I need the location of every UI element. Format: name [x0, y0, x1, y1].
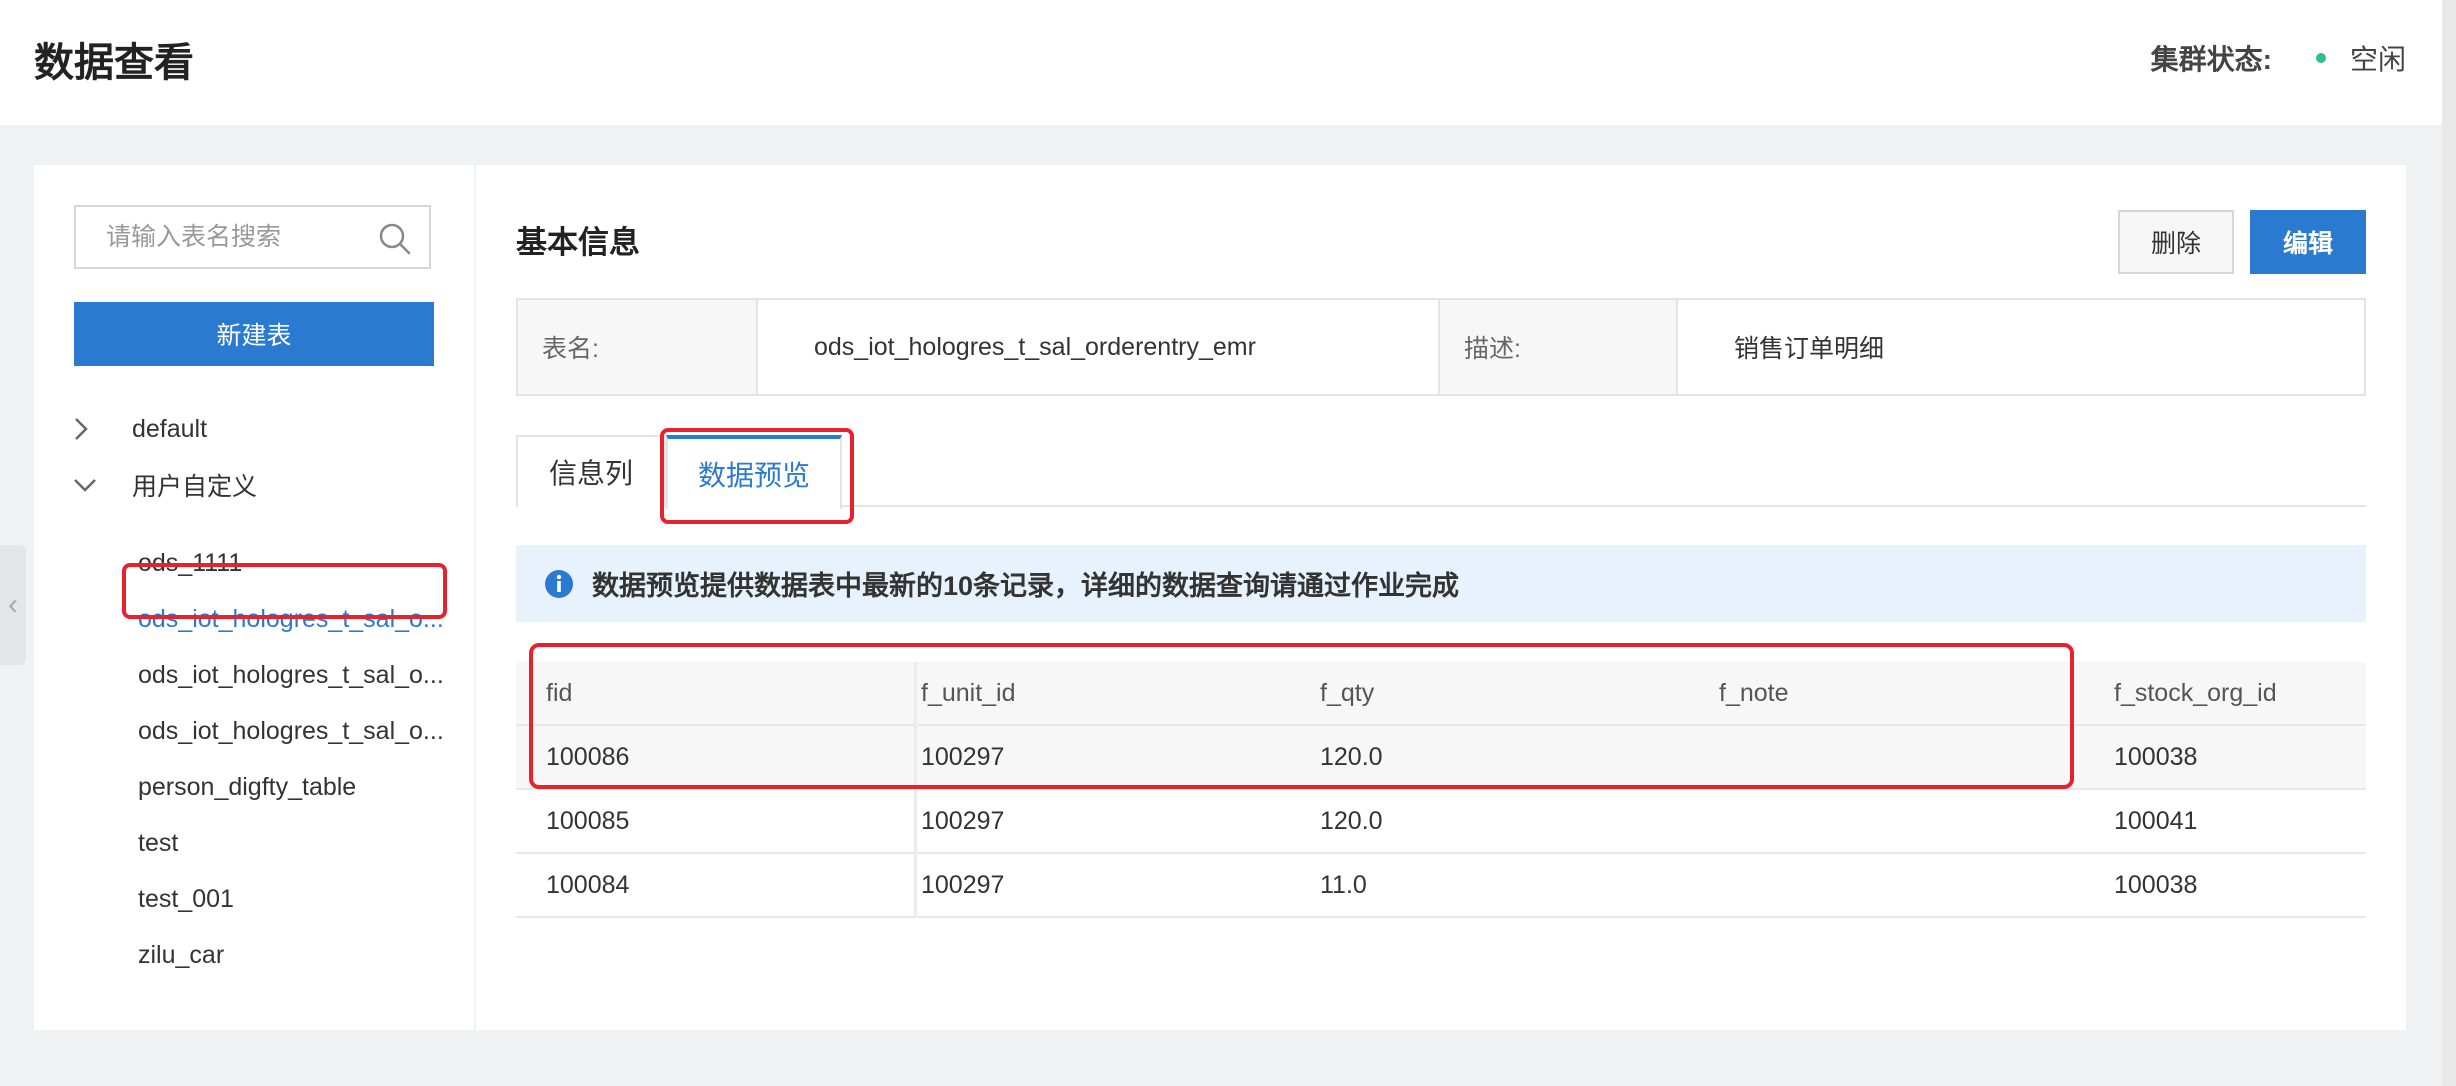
chevron-left-icon: ‹ [8, 588, 18, 621]
table-item[interactable]: person_digfty_table [138, 759, 356, 815]
cluster-status-label: 集群状态: [2150, 44, 2272, 75]
tree-group-label: default [132, 414, 208, 443]
page-scrollbar[interactable] [2442, 0, 2456, 1086]
table-cell: 11.0 [1320, 870, 1367, 899]
cluster-status: 集群状态: 空闲 [2151, 38, 2406, 78]
delete-button[interactable]: 删除 [2118, 210, 2234, 274]
table-search [74, 205, 431, 269]
detail-panel: 基本信息 删除 编辑 表名: ods_iot_hologres_t_sal_or… [476, 165, 2406, 1030]
table-item[interactable]: zilu_car [138, 927, 224, 983]
table-item[interactable]: ods_iot_hologres_t_sal_o... [138, 703, 444, 759]
edit-button[interactable]: 编辑 [2250, 210, 2366, 274]
table-item[interactable]: test_001 [138, 871, 234, 927]
section-title: 基本信息 [516, 225, 640, 260]
tree-group-default[interactable]: default [34, 401, 474, 457]
table-cell: 100085 [546, 806, 630, 835]
table-cell: 100041 [2114, 806, 2198, 835]
table-cell: 100084 [546, 870, 630, 899]
table-cell: 100297 [921, 806, 1005, 835]
table-cell: 120.0 [1320, 806, 1383, 835]
table-item[interactable]: test [138, 815, 178, 871]
description-key: 描述: [1440, 300, 1678, 394]
description-value: 销售订单明细 [1678, 300, 2364, 394]
table-item[interactable]: ods_iot_hologres_t_sal_o... [138, 647, 444, 703]
table-row[interactable]: 100085 100297 120.0 100041 [516, 790, 2366, 854]
tab-columns[interactable]: 信息列 [516, 435, 666, 507]
chevron-down-icon [72, 476, 112, 494]
tree-group-label: 用户自定义 [132, 473, 258, 501]
column-header: f_stock_org_id [2114, 678, 2277, 707]
table-search-input[interactable] [106, 222, 366, 252]
search-icon[interactable] [377, 221, 413, 257]
table-name-key: 表名: [518, 300, 758, 394]
table-cell: 100038 [2114, 742, 2198, 771]
table-cell: 100038 [2114, 870, 2198, 899]
page-title: 数据查看 [34, 41, 194, 85]
notice-text: 数据预览提供数据表中最新的10条记录，详细的数据查询请通过作业完成 [592, 571, 1460, 601]
cluster-status-value: 空闲 [2349, 44, 2406, 75]
tree-group-custom[interactable]: 用户自定义 [34, 457, 474, 513]
info-icon [545, 569, 573, 598]
status-dot-icon [2315, 53, 2326, 63]
annotation-highlight-selected-table [122, 563, 447, 619]
info-notice: 数据预览提供数据表中最新的10条记录，详细的数据查询请通过作业完成 [516, 545, 2366, 622]
basic-info-table: 表名: ods_iot_hologres_t_sal_orderentry_em… [516, 298, 2366, 396]
chevron-right-icon [72, 416, 112, 442]
table-cell: 100297 [921, 870, 1005, 899]
sidebar-collapse-handle[interactable]: ‹ [0, 545, 26, 665]
annotation-highlight-tab [660, 428, 854, 524]
annotation-highlight-rows [529, 643, 2074, 789]
new-table-button[interactable]: 新建表 [74, 302, 434, 366]
top-header: 数据查看 集群状态: 空闲 [0, 0, 2456, 125]
table-name-value: ods_iot_hologres_t_sal_orderentry_emr [758, 300, 1440, 394]
table-row[interactable]: 100084 100297 11.0 100038 [516, 854, 2366, 918]
